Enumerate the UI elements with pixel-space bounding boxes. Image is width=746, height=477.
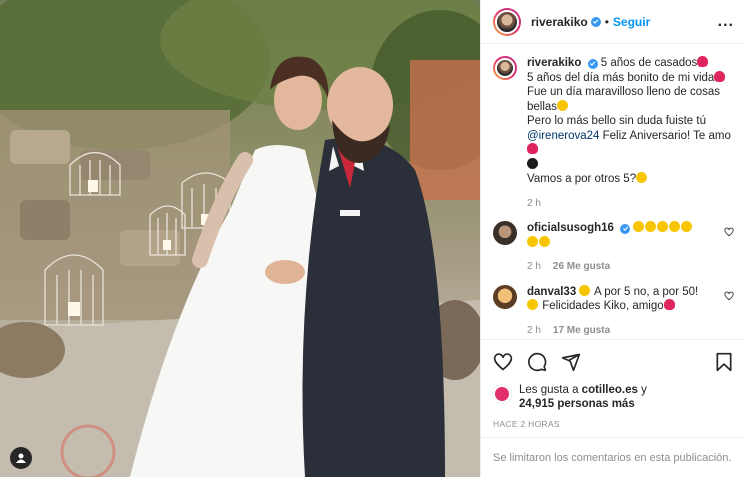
caption-line: Pero lo más bello sin duda fuiste tú [527, 115, 706, 127]
likes-count[interactable]: 24,915 personas más [519, 398, 635, 410]
user-tag-icon [16, 453, 26, 463]
instagram-post: riverakiko • Seguir ... riverakiko 5 año… [0, 0, 746, 477]
clap-emoji-icon [633, 221, 645, 232]
share-icon[interactable] [561, 352, 581, 372]
likes-summary: Les gusta a cotilleo.es y 24,915 persona… [481, 383, 746, 411]
caption-time[interactable]: 2 h [527, 197, 541, 212]
wink-emoji-icon [636, 172, 648, 183]
post-side-panel: riverakiko • Seguir ... riverakiko 5 año… [480, 0, 746, 477]
comment: danval33 A por 5 no, a por 50! Felicidad… [493, 284, 734, 339]
liker-username[interactable]: cotilleo.es [582, 384, 638, 396]
caption-username[interactable]: riverakiko [527, 57, 581, 69]
party-emoji-icon [527, 299, 538, 310]
mention-link[interactable]: @irenerova24 [527, 130, 599, 142]
comment-likes[interactable]: 17 Me gusta [553, 324, 610, 339]
verified-icon [620, 223, 631, 234]
heart-icon[interactable] [724, 227, 734, 237]
comment-text: A por 5 no, a por 50! [594, 285, 699, 298]
comment-username[interactable]: oficialsusogh16 [527, 222, 614, 234]
grin-emoji-icon [539, 235, 550, 247]
follow-button[interactable]: Seguir [613, 15, 650, 29]
caption-line: Feliz Aniversario! Te amo [602, 129, 731, 142]
black-heart-emoji-icon [527, 157, 538, 169]
avatar[interactable] [493, 7, 521, 36]
comment: oficialsusogh16 2 h 26 Me gusta [493, 221, 734, 275]
post-header: riverakiko • Seguir ... [481, 0, 746, 44]
comment-time[interactable]: 2 h [527, 260, 541, 275]
heart-emoji-icon [697, 56, 709, 67]
heart-emoji-icon [527, 143, 538, 154]
user-tag-button[interactable] [10, 447, 32, 469]
wedding-photo-illustration [0, 0, 480, 477]
separator: • [604, 14, 609, 29]
clap-emoji-icon [657, 221, 669, 232]
comments-limited-notice: Se limitaron los comentarios en esta pub… [481, 437, 746, 477]
header-username[interactable]: riverakiko [531, 15, 588, 29]
more-options-button[interactable]: ... [718, 13, 734, 31]
clap-emoji-icon [645, 221, 657, 232]
comments-list: riverakiko 5 años de casados 5 años del … [481, 44, 746, 339]
bookmark-icon[interactable] [714, 352, 734, 372]
kiss-emoji-icon [714, 70, 726, 82]
caption-avatar[interactable] [493, 56, 517, 80]
commenter-avatar[interactable] [493, 284, 517, 309]
heart-eyes-emoji-icon [557, 99, 569, 111]
caption-line: Vamos a por otros 5? [527, 173, 637, 185]
heart-icon[interactable] [493, 352, 513, 372]
comment-time[interactable]: 2 h [527, 324, 541, 339]
grin-emoji-icon [527, 235, 538, 247]
commenter-avatar[interactable] [493, 221, 517, 245]
grin-emoji-icon [681, 221, 693, 232]
likes-prefix: Les gusta a [519, 384, 579, 396]
comment-likes[interactable]: 26 Me gusta [553, 260, 610, 275]
heart-icon[interactable] [724, 291, 734, 301]
action-bar [481, 339, 746, 383]
post-photo[interactable] [0, 0, 480, 477]
post-time[interactable]: HACE 2 HORAS [481, 411, 746, 429]
liker-avatar[interactable] [493, 385, 511, 403]
comment-text: Felicidades Kiko, amigo [542, 300, 664, 312]
caption-line: Fue un día maravilloso lleno de cosas be… [527, 86, 721, 113]
heart-emoji-icon [663, 299, 675, 310]
caption: riverakiko 5 años de casados 5 años del … [493, 56, 734, 211]
likes-and: y [641, 384, 647, 396]
verified-icon [587, 58, 598, 69]
comment-username[interactable]: danval33 [527, 286, 576, 298]
caption-line: 5 años del día más bonito de mi vida [527, 71, 715, 84]
caption-line: 5 años de casados [600, 57, 698, 69]
sparkle-emoji-icon [579, 284, 591, 296]
verified-icon [590, 16, 601, 27]
comment-icon[interactable] [527, 352, 547, 372]
grin-emoji-icon [669, 221, 681, 232]
